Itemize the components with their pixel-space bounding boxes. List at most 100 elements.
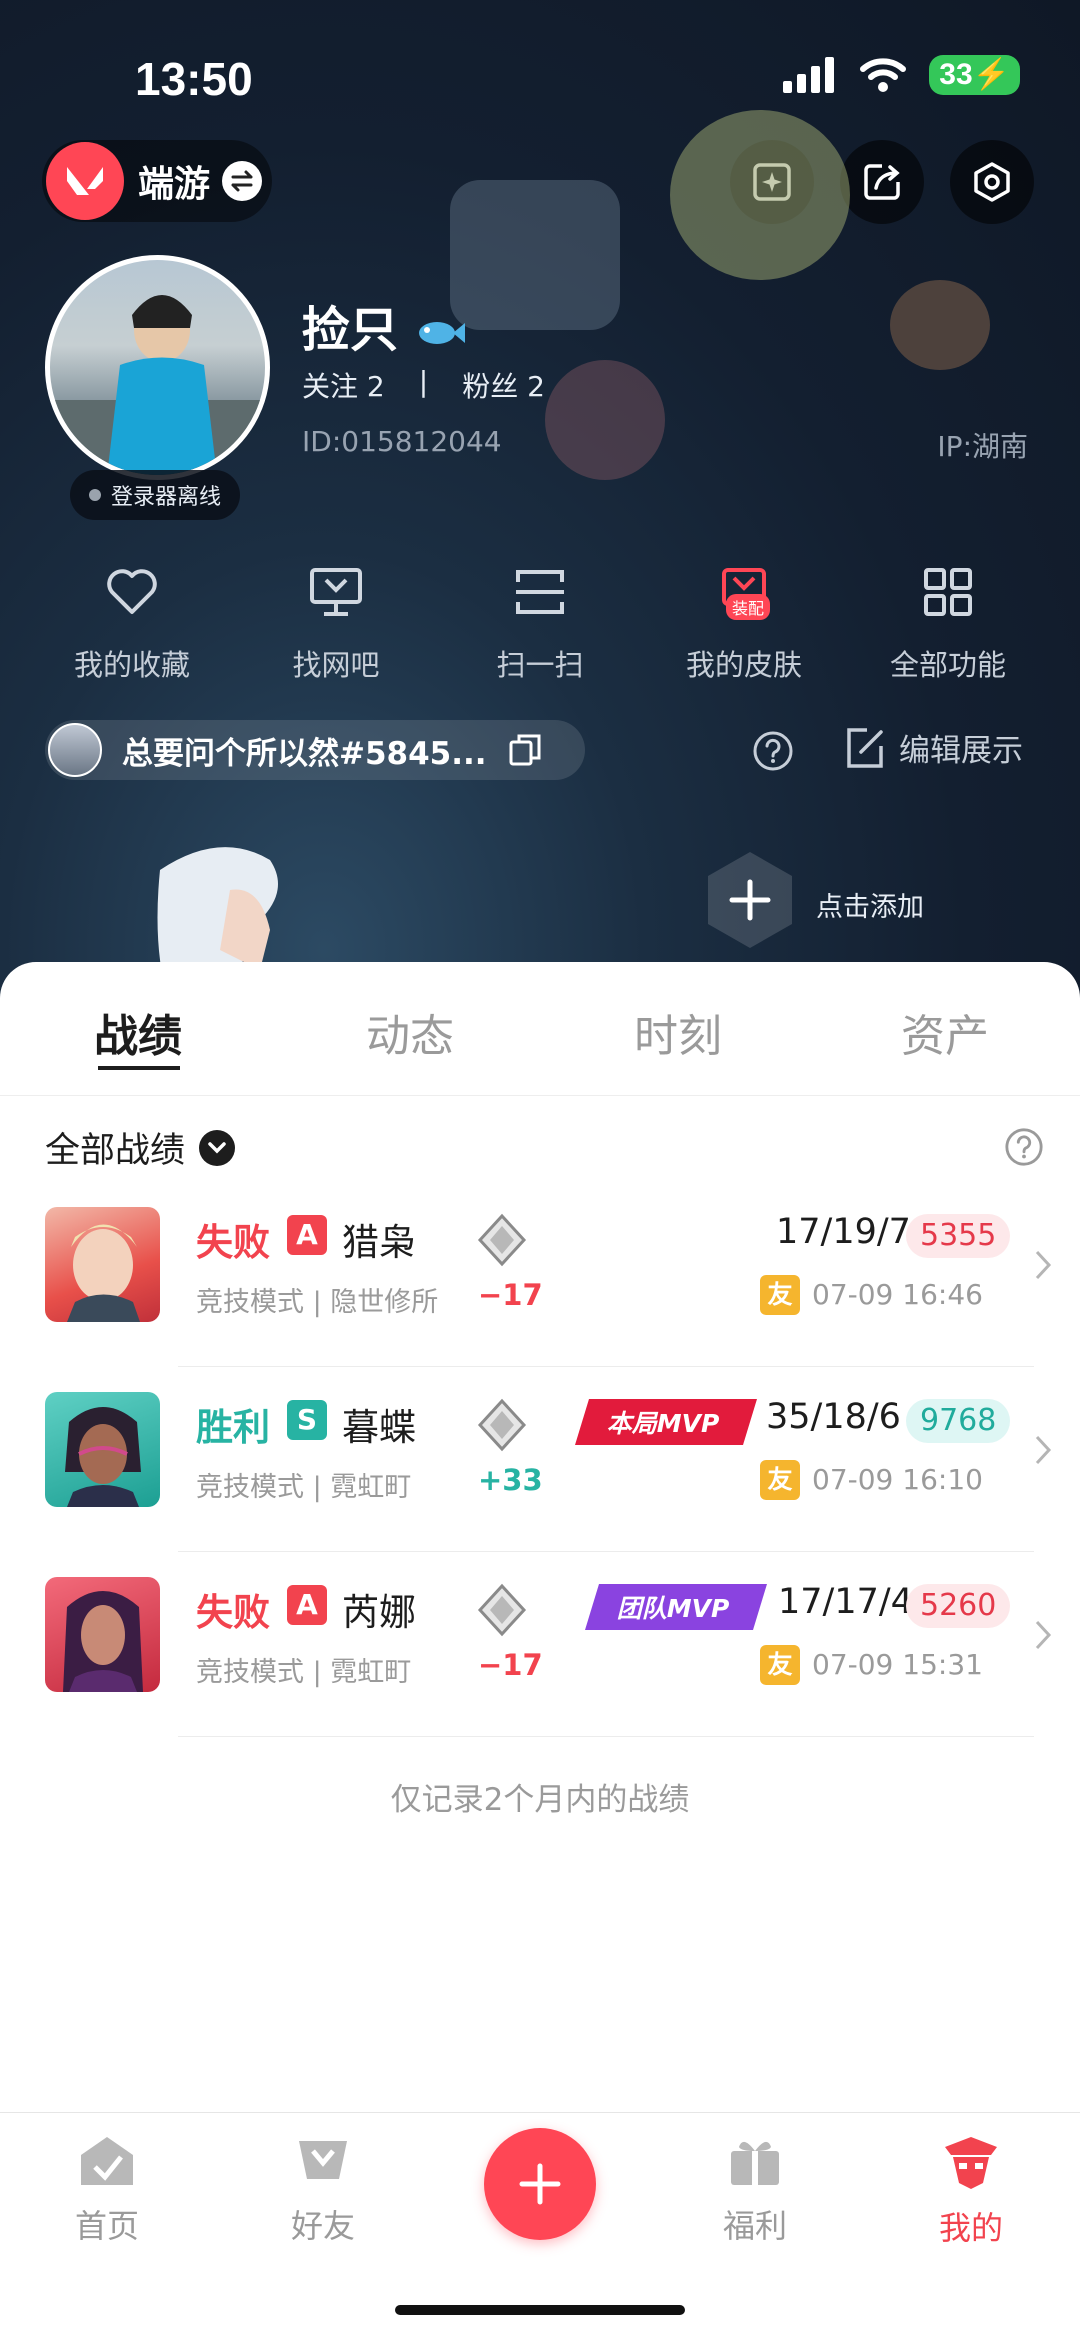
nav-home[interactable]: 首页 [32, 2133, 182, 2247]
match-mode-map: 竞技模式 | 霓虹町 [196, 1472, 412, 1503]
match-row[interactable]: 失败 A 芮娜 竞技模式 | 霓虹町 −17 团队MVP 17/17/4 526… [0, 1552, 1080, 1737]
valorant-logo-icon [46, 142, 124, 220]
quick-actions: 我的收藏 找网吧 扫一扫 装配 我的皮肤 全部功能 [0, 560, 1080, 684]
rank-diamond-icon [477, 1398, 527, 1452]
match-row[interactable]: 胜利 S 暮蝶 竞技模式 | 霓虹町 +33 本局MVP 35/18/6 976… [0, 1367, 1080, 1552]
offline-dot-icon [88, 489, 101, 501]
quick-action-all-features[interactable]: 全部功能 [858, 560, 1038, 684]
match-time: 07-09 16:10 [812, 1463, 983, 1496]
home-icon [81, 2137, 133, 2185]
agent-name: 芮娜 [342, 1591, 416, 1634]
ip-location: IP:湖南 [937, 430, 1028, 463]
scan-icon [508, 560, 572, 624]
tab-records[interactable]: 战绩 [48, 1000, 228, 1064]
sticker-bear-hex [450, 180, 620, 330]
settings-hexagon-icon [974, 162, 1010, 202]
tab-assets[interactable]: 资产 [855, 1000, 1035, 1064]
following-stat[interactable]: 关注 2 [302, 365, 385, 405]
wifi-icon [860, 58, 907, 92]
login-status-badge: 登录器离线 [70, 470, 240, 520]
switch-arrows-icon [222, 161, 263, 201]
edit-showcase-label: 编辑展示 [899, 733, 1023, 769]
riot-avatar [48, 723, 102, 777]
platform-name: 端游 [138, 164, 211, 205]
tab-active-indicator [98, 1066, 180, 1070]
rank-rating-change: −17 [478, 1278, 543, 1312]
profile-hero: 13:50 33⚡ 端游 登录器离线 捡只 关注 2 | 粉丝 2 ID:015… [0, 0, 1080, 1000]
quick-action-label: 我的收藏 [73, 648, 190, 682]
performance-grade-badge: S [287, 1400, 327, 1440]
records-help-icon[interactable] [1004, 1127, 1044, 1167]
tab-feed[interactable]: 动态 [320, 1000, 500, 1064]
records-sheet: 战绩 动态 时刻 资产 全部战绩 失败 A 猎枭 竞技模式 | 隐世修所 −17… [0, 962, 1080, 2112]
settings-button[interactable] [950, 140, 1034, 224]
sticker-boar [545, 360, 665, 480]
user-avatar[interactable] [45, 255, 270, 480]
kda: 17/17/4 [778, 1582, 913, 1622]
row-divider [178, 1736, 1034, 1737]
kda: 35/18/6 [766, 1397, 901, 1437]
chevron-right-icon [1035, 1435, 1052, 1465]
match-mode-map: 竞技模式 | 隐世修所 [196, 1287, 439, 1318]
edit-icon [847, 727, 883, 768]
tab-moments[interactable]: 时刻 [588, 1000, 768, 1064]
nav-profile[interactable]: 我的 [896, 2133, 1046, 2249]
friend-party-badge: 友 [760, 1460, 800, 1500]
stat-separator: | [418, 365, 429, 398]
score-badge: 9768 [906, 1399, 1011, 1443]
fish-icon [418, 322, 465, 344]
match-mvp-badge: 本局MVP [575, 1399, 757, 1445]
rank-rating-change: +33 [478, 1463, 543, 1497]
chevron-right-icon [1035, 1250, 1052, 1280]
quick-action-skins[interactable]: 装配 我的皮肤 [654, 560, 834, 684]
nav-label: 我的 [938, 2209, 1003, 2247]
match-time: 07-09 16:46 [812, 1278, 983, 1311]
quick-action-label: 扫一扫 [496, 648, 584, 682]
heart-icon [100, 560, 164, 624]
skin-icon: 装配 [712, 560, 776, 624]
create-post-button[interactable] [484, 2128, 596, 2240]
agent-avatar [45, 1392, 160, 1507]
nav-label: 福利 [722, 2207, 787, 2245]
agent-name: 猎枭 [342, 1221, 416, 1264]
svg-text:本局MVP: 本局MVP [607, 1409, 720, 1438]
fans-stat[interactable]: 粉丝 2 [462, 365, 545, 405]
friend-party-badge: 友 [760, 1645, 800, 1685]
share-button[interactable] [840, 140, 924, 224]
platform-switch[interactable]: 端游 [42, 140, 272, 222]
quick-action-favorites[interactable]: 我的收藏 [42, 560, 222, 684]
copy-icon[interactable] [507, 732, 543, 768]
edit-showcase-button[interactable]: 编辑展示 [843, 725, 1023, 770]
agent-avatar [45, 1207, 160, 1322]
chevron-right-icon [1035, 1620, 1052, 1650]
agent-name: 暮蝶 [342, 1406, 416, 1449]
match-result: 失败 [196, 1591, 270, 1634]
match-mode-map: 竞技模式 | 霓虹町 [196, 1657, 412, 1688]
add-showcase-button[interactable] [705, 850, 795, 950]
monitor-icon [304, 560, 368, 624]
quick-action-scan[interactable]: 扫一扫 [450, 560, 630, 684]
status-bar: 13:50 33⚡ [0, 0, 1080, 150]
status-icons: 33⚡ [783, 55, 1020, 95]
quick-action-find-netcafe[interactable]: 找网吧 [246, 560, 426, 684]
quick-action-label: 全部功能 [889, 648, 1006, 682]
records-filter[interactable]: 全部战绩 [45, 1122, 236, 1173]
share-icon [864, 164, 900, 200]
help-icon[interactable] [752, 730, 794, 772]
skin-equip-badge: 装配 [726, 594, 771, 620]
nav-welfare[interactable]: 福利 [680, 2133, 830, 2247]
quick-action-label: 找网吧 [292, 648, 380, 682]
signal-icon [783, 57, 835, 93]
nav-friends[interactable]: 好友 [248, 2133, 398, 2247]
match-row[interactable]: 失败 A 猎枭 竞技模式 | 隐世修所 −17 17/19/7 5355 友 0… [0, 1182, 1080, 1367]
match-result: 失败 [196, 1221, 270, 1264]
svg-text:团队MVP: 团队MVP [617, 1594, 730, 1623]
riot-id-chip[interactable]: 总要问个所以然#5845... [45, 720, 585, 780]
login-status-text: 登录器离线 [110, 485, 221, 510]
nickname: 捡只 [302, 290, 467, 360]
tab-bar: 战绩 动态 时刻 资产 [0, 962, 1080, 1096]
follow-stats: 关注 2 | 粉丝 2 [302, 365, 545, 405]
riot-id-text: 总要问个所以然#5845... [122, 735, 487, 772]
records-filter-label: 全部战绩 [45, 1131, 186, 1171]
agent-avatar [45, 1577, 160, 1692]
